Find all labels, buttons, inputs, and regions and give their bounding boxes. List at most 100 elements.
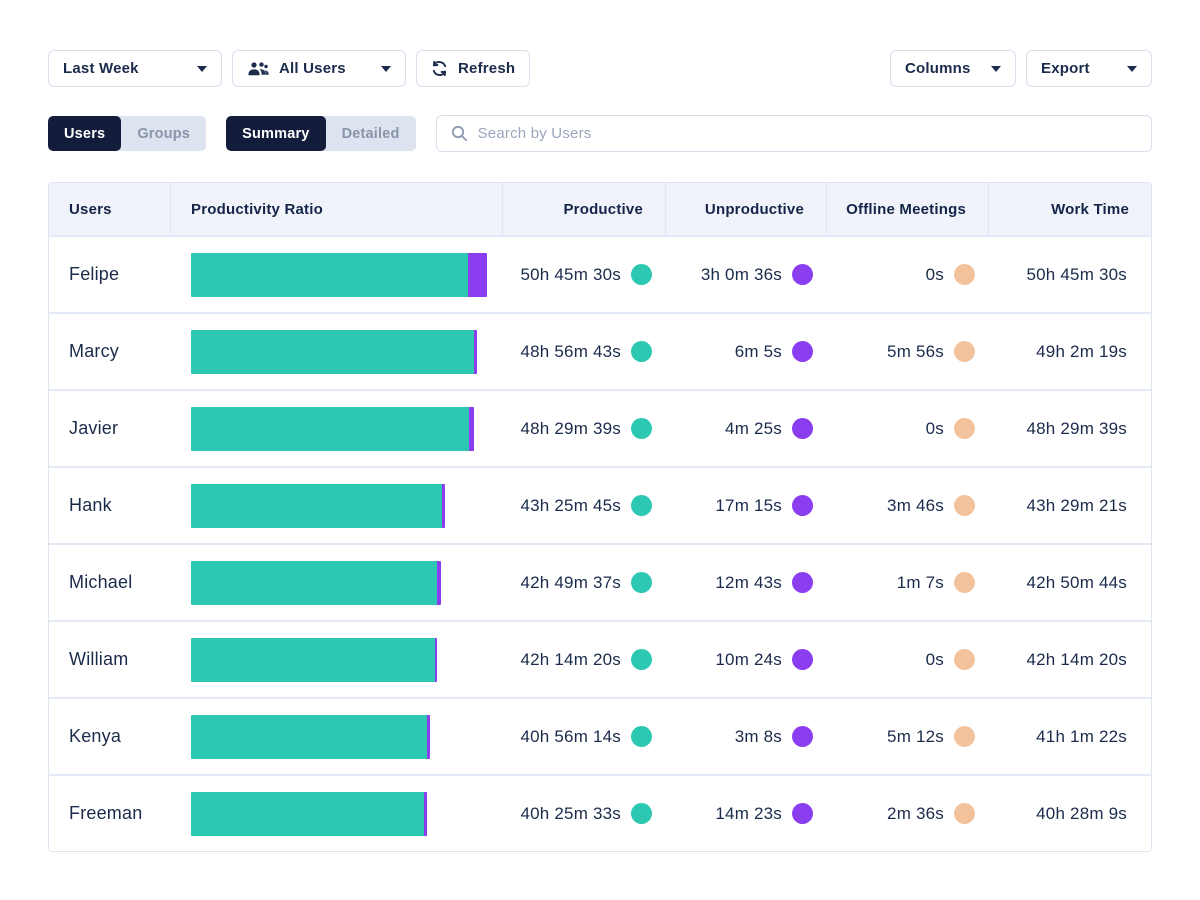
offline-meetings-value: 3m 46s [887,496,944,516]
offline-meetings-value: 0s [926,650,944,670]
col-header-productive[interactable]: Productive [503,183,666,235]
productivity-ratio-cell [171,622,503,697]
unproductive-bar-segment [435,638,437,682]
productivity-ratio-cell [171,776,503,851]
productivity-ratio-cell [171,314,503,389]
productive-bar-segment [191,484,442,528]
productive-value: 48h 56m 43s [521,342,622,362]
table-row[interactable]: Hank 43h 25m 45s 17m 15s 3m 46s 43h 29m … [49,466,1151,543]
chevron-down-icon [197,66,207,72]
work-time-value: 41h 1m 22s [1036,727,1127,747]
offline-meetings-cell: 0s [827,237,989,312]
date-range-select[interactable]: Last Week [48,50,222,87]
productive-cell: 40h 56m 14s [503,699,666,774]
productivity-bar [191,638,437,682]
offline-meetings-dot-icon [954,572,975,593]
offline-meetings-value: 0s [926,265,944,285]
productive-cell: 43h 25m 45s [503,468,666,543]
productivity-ratio-cell [171,545,503,620]
export-dropdown[interactable]: Export [1026,50,1152,87]
toolbar: Last Week All Users [48,50,1152,87]
search-icon [451,125,468,142]
unproductive-cell: 6m 5s [666,314,827,389]
offline-meetings-dot-icon [954,418,975,439]
toolbar-left-group: Last Week All Users [48,50,530,87]
col-header-unproductive[interactable]: Unproductive [666,183,827,235]
work-time-value: 49h 2m 19s [1036,342,1127,362]
unproductive-value: 3h 0m 36s [701,265,782,285]
work-time-value: 50h 45m 30s [1027,265,1128,285]
productivity-bar-track [191,484,487,528]
table-row[interactable]: Javier 48h 29m 39s 4m 25s 0s 48h 29m 39s [49,389,1151,466]
work-time-cell: 49h 2m 19s [989,314,1151,389]
unproductive-cell: 3h 0m 36s [666,237,827,312]
work-time-value: 43h 29m 21s [1027,496,1128,516]
productive-value: 40h 25m 33s [521,804,622,824]
table-row[interactable]: Felipe 50h 45m 30s 3h 0m 36s 0s 50h 45m … [49,235,1151,312]
unproductive-bar-segment [469,407,474,451]
chevron-down-icon [1127,66,1137,72]
unproductive-bar-segment [442,484,445,528]
tab-users[interactable]: Users [48,116,121,151]
refresh-icon [431,60,448,77]
offline-meetings-cell: 5m 12s [827,699,989,774]
offline-meetings-dot-icon [954,341,975,362]
columns-dropdown[interactable]: Columns [890,50,1016,87]
tab-summary[interactable]: Summary [226,116,326,151]
offline-meetings-cell: 2m 36s [827,776,989,851]
refresh-button[interactable]: Refresh [416,50,530,87]
unproductive-bar-segment [437,561,441,605]
user-name: William [49,622,171,697]
tab-groups[interactable]: Groups [121,116,206,151]
table-row[interactable]: Marcy 48h 56m 43s 6m 5s 5m 56s 49h 2m 19… [49,312,1151,389]
unproductive-dot-icon [792,418,813,439]
user-name: Michael [49,545,171,620]
offline-meetings-cell: 3m 46s [827,468,989,543]
unproductive-dot-icon [792,726,813,747]
productive-bar-segment [191,253,468,297]
productivity-ratio-cell [171,237,503,312]
productive-bar-segment [191,407,469,451]
col-header-users[interactable]: Users [49,183,171,235]
user-filter-select[interactable]: All Users [232,50,406,87]
productivity-dashboard: Last Week All Users [0,0,1200,900]
unproductive-cell: 12m 43s [666,545,827,620]
work-time-cell: 42h 50m 44s [989,545,1151,620]
view-toggle: Summary Detailed [226,116,416,151]
users-table: Users Productivity Ratio Productive Unpr… [48,182,1152,852]
table-row[interactable]: Freeman 40h 25m 33s 14m 23s 2m 36s 40h 2… [49,774,1151,851]
table-row[interactable]: William 42h 14m 20s 10m 24s 0s 42h 14m 2… [49,620,1151,697]
col-header-work-time[interactable]: Work Time [989,183,1151,235]
unproductive-dot-icon [792,341,813,362]
col-header-productivity-ratio[interactable]: Productivity Ratio [171,183,503,235]
offline-meetings-cell: 0s [827,622,989,697]
productive-value: 40h 56m 14s [521,727,622,747]
search-input[interactable] [478,125,1137,142]
unproductive-cell: 4m 25s [666,391,827,466]
users-group-icon [247,61,269,77]
unproductive-value: 3m 8s [735,727,782,747]
work-time-cell: 43h 29m 21s [989,468,1151,543]
tab-detailed[interactable]: Detailed [326,116,416,151]
offline-meetings-dot-icon [954,649,975,670]
offline-meetings-value: 1m 7s [897,573,944,593]
productivity-ratio-cell [171,699,503,774]
productive-cell: 42h 14m 20s [503,622,666,697]
work-time-cell: 42h 14m 20s [989,622,1151,697]
table-row[interactable]: Michael 42h 49m 37s 12m 43s 1m 7s 42h 50… [49,543,1151,620]
col-header-offline-meetings[interactable]: Offline Meetings [827,183,989,235]
productivity-bar-track [191,330,487,374]
productive-value: 43h 25m 45s [521,496,622,516]
unproductive-bar-segment [468,253,487,297]
productivity-bar-track [191,253,487,297]
unproductive-dot-icon [792,572,813,593]
productive-value: 50h 45m 30s [521,265,622,285]
toolbar-right-group: Columns Export [890,50,1152,87]
table-row[interactable]: Kenya 40h 56m 14s 3m 8s 5m 12s 41h 1m 22… [49,697,1151,774]
unproductive-dot-icon [792,495,813,516]
productive-cell: 48h 56m 43s [503,314,666,389]
productivity-bar [191,407,474,451]
work-time-value: 40h 28m 9s [1036,804,1127,824]
user-name: Kenya [49,699,171,774]
productive-dot-icon [631,341,652,362]
